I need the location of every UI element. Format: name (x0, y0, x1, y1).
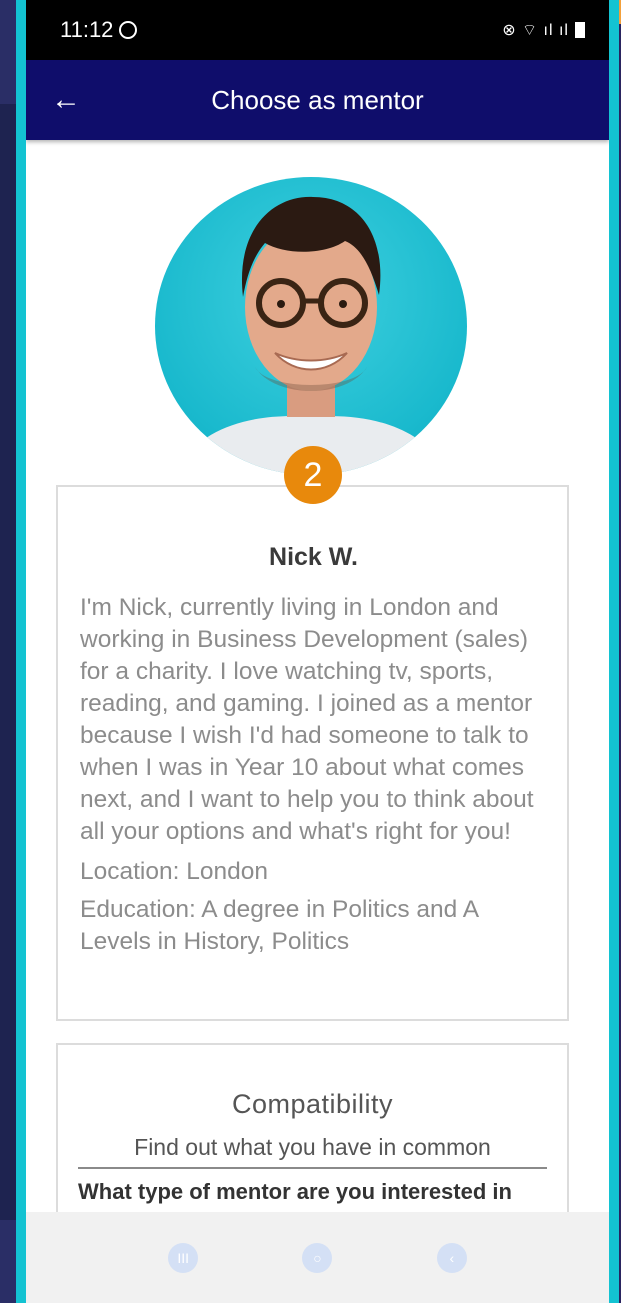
whatsapp-icon (119, 21, 138, 39)
compatibility-title: Compatibility (231, 1089, 394, 1119)
mentor-photo (175, 196, 447, 475)
page-title: Choose as mentor (211, 84, 424, 115)
status-icons: ⊗ ⌔ ıl ıl (502, 20, 585, 40)
phone-frame: 11:12 ⊗ ⌔ ıl ıl ← Choose as mentor 2 Nic… (16, 0, 619, 1303)
step-badge: 2 (284, 446, 342, 504)
status-time: 11:12 (60, 17, 114, 42)
profile-card: Nick W. I'm Nick, currently living in Lo… (56, 485, 569, 1021)
mentor-education: Education: A degree in Politics and A Le… (80, 896, 478, 955)
signal-icon: ⊗ ⌔ ıl ıl (502, 22, 569, 39)
arrow-left-icon[interactable]: ← (48, 82, 84, 118)
mentor-name: Nick W. (269, 543, 358, 571)
system-nav-bar: III ○ ‹ (26, 1212, 609, 1303)
system-back-icon[interactable]: ‹ (436, 1242, 467, 1273)
avatar (155, 177, 467, 475)
mentor-location: Location: London (80, 858, 268, 885)
recent-apps-icon[interactable]: III (168, 1242, 199, 1273)
battery-icon (575, 22, 585, 38)
home-icon[interactable]: ○ (302, 1242, 333, 1273)
mentor-bio: I'm Nick, currently living in London and… (80, 594, 534, 845)
status-bar: 11:12 ⊗ ⌔ ıl ıl (26, 0, 609, 60)
status-time-group: 11:12 (60, 17, 138, 43)
app-bar: ← Choose as mentor (26, 60, 609, 140)
compatibility-subtitle: Find out what you have in common (134, 1134, 491, 1160)
compatibility-divider (78, 1167, 547, 1169)
compatibility-question: What type of mentor are you interested i… (78, 1179, 512, 1204)
phone-screen: 11:12 ⊗ ⌔ ıl ıl ← Choose as mentor 2 Nic… (26, 0, 609, 1303)
